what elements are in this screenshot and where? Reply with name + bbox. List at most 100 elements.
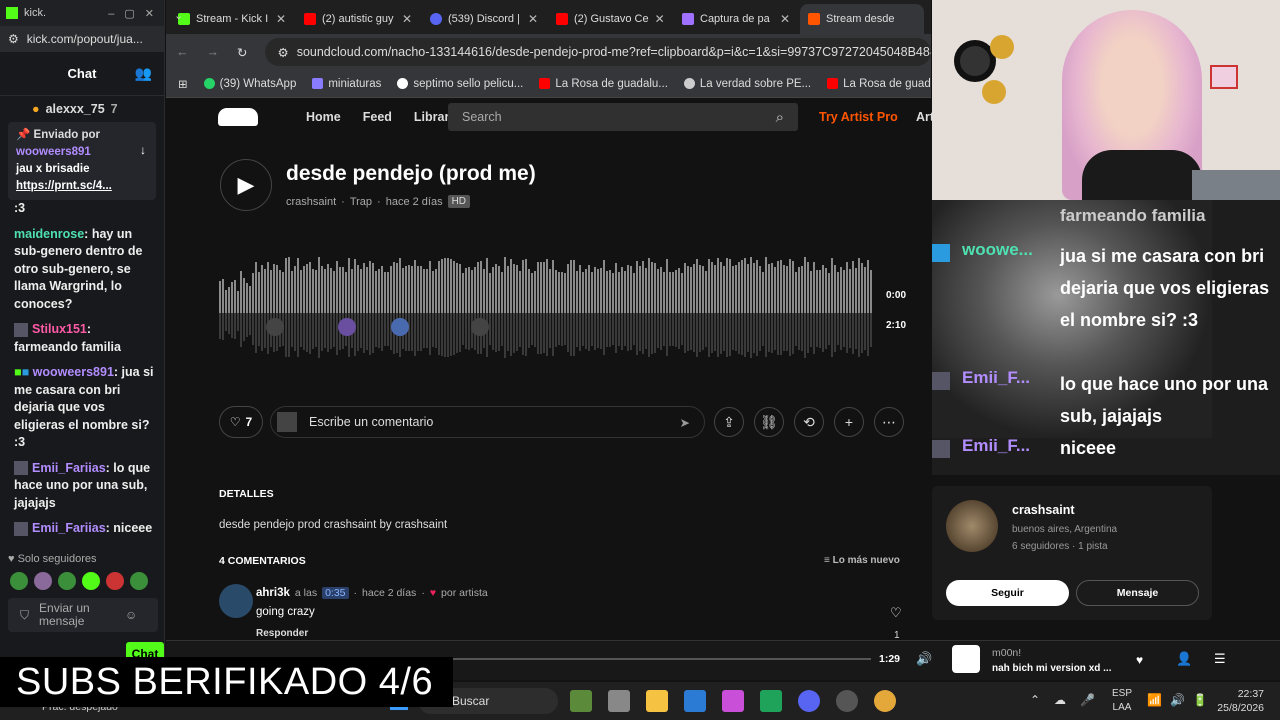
artist-name[interactable]: crashsaint	[1012, 503, 1075, 517]
comment-avatar-marker[interactable]	[391, 318, 409, 336]
try-artist-pro-link[interactable]: Try Artist Pro	[819, 110, 898, 124]
reply-button[interactable]: Responder	[256, 628, 308, 639]
share-button[interactable]: ⇪	[714, 407, 744, 437]
window-controls[interactable]: –▢✕	[108, 7, 164, 20]
nav-home[interactable]: Home	[306, 110, 341, 124]
copy-link-button[interactable]: ⛓	[754, 407, 784, 437]
address-bar[interactable]: ⚙ soundcloud.com/nacho-133144616/desde-pe…	[265, 38, 931, 66]
tab-youtube[interactable]: (2) autistic guy ✕	[296, 4, 420, 34]
repost-button[interactable]: ⟲	[794, 407, 824, 437]
comment-avatar-marker[interactable]	[471, 318, 489, 336]
more-button[interactable]: ⋯	[874, 407, 904, 437]
emote-icon[interactable]	[130, 572, 148, 590]
tab-search-icon[interactable]: ⌄	[174, 9, 183, 22]
apps-icon[interactable]: ⊞	[178, 77, 188, 91]
comment-avatar-marker[interactable]	[338, 318, 356, 336]
obs-icon[interactable]	[836, 690, 858, 712]
chat-username[interactable]: wooweers891	[33, 365, 114, 379]
comment-avatar[interactable]	[219, 584, 253, 618]
waveform[interactable]	[219, 255, 874, 363]
comment-user[interactable]: ahri3k	[256, 587, 290, 599]
track-artist[interactable]: crashsaint	[286, 196, 336, 208]
site-settings-icon[interactable]: ⚙	[8, 32, 19, 46]
now-playing-user[interactable]: m00n!	[992, 647, 1021, 659]
close-icon[interactable]: ✕	[655, 12, 665, 26]
close-icon[interactable]: ✕	[780, 12, 790, 26]
nav-feed[interactable]: Feed	[363, 110, 392, 124]
follow-user-icon[interactable]: 👤	[1176, 651, 1192, 667]
users-icon[interactable]: 👥	[135, 65, 152, 82]
queue-icon[interactable]: ☰	[1214, 651, 1226, 667]
chat-username[interactable]: Emii_Fariias	[32, 521, 106, 535]
close-icon[interactable]: ✕	[402, 12, 412, 26]
emote-icon[interactable]	[106, 572, 124, 590]
play-button[interactable]: ▶	[220, 159, 272, 211]
track-genre[interactable]: Trap	[350, 196, 372, 208]
tab-kick[interactable]: Stream - Kick I ✕	[170, 4, 294, 34]
comment-like-icon[interactable]: ♡	[890, 605, 902, 621]
comment-avatar-marker[interactable]	[266, 318, 284, 336]
volume-icon[interactable]: 🔊	[916, 651, 932, 667]
clock[interactable]: 22:37 25/8/2026	[1212, 687, 1264, 715]
emote-icon[interactable]	[58, 572, 76, 590]
task-view-icon[interactable]	[608, 690, 630, 712]
input-language[interactable]: ESP LAA	[1112, 687, 1132, 715]
like-button[interactable]: ♡ 7	[219, 406, 263, 438]
reload-icon[interactable]: ↻	[237, 45, 247, 60]
expand-arrow-icon[interactable]: ↓	[140, 142, 146, 159]
message-button[interactable]: Mensaje	[1076, 580, 1199, 606]
sort-comments[interactable]: ≡ Lo más nuevo	[824, 555, 900, 566]
comment-timestamp[interactable]: 0:35	[322, 587, 349, 599]
tab-discord[interactable]: (539) Discord | ✕	[422, 4, 546, 34]
copilot-icon[interactable]	[722, 690, 744, 712]
now-playing-track[interactable]: nah bich mi version xd ...	[992, 663, 1111, 674]
send-icon[interactable]: ➤	[680, 415, 690, 430]
tab-capture[interactable]: Captura de pa ✕	[674, 4, 798, 34]
network-volume-battery[interactable]: 📶🔊🔋	[1147, 693, 1216, 707]
overlay-message: niceee	[1060, 438, 1117, 458]
like-icon[interactable]: ♥	[1136, 653, 1143, 667]
top-gifter[interactable]: ● alexxx_75 7	[0, 96, 164, 120]
bookmark-item[interactable]: La Rosa de guadalu...	[827, 78, 931, 90]
bookmark-item[interactable]: La verdad sobre PE...	[683, 78, 811, 90]
close-icon[interactable]: ✕	[276, 12, 286, 26]
bookmark-item[interactable]: miniaturas	[312, 78, 381, 90]
pinned-message[interactable]: 📌 Enviado por wooweers891 jau x brisadie…	[8, 122, 156, 200]
chrome-icon[interactable]	[874, 690, 896, 712]
bookmark-item[interactable]: (39) WhatsApp	[203, 78, 296, 90]
emote-icon[interactable]	[10, 572, 28, 590]
site-settings-icon[interactable]: ⚙	[277, 45, 288, 60]
tab-soundcloud[interactable]: Stream desde	[800, 4, 924, 34]
search-icon[interactable]: ⌕	[776, 109, 784, 126]
now-playing-art[interactable]	[952, 645, 980, 673]
waveform-reflection	[417, 313, 419, 351]
excel-icon[interactable]	[760, 690, 782, 712]
soundcloud-logo-icon[interactable]	[218, 108, 258, 126]
app-icon[interactable]	[684, 690, 706, 712]
discord-icon[interactable]	[798, 690, 820, 712]
bookmark-item[interactable]: septimo sello pelicu...	[397, 78, 523, 90]
kick-url-bar[interactable]: ⚙ kick.com/popout/jua...	[0, 26, 164, 52]
emote-icon[interactable]	[82, 572, 100, 590]
follow-button[interactable]: Seguir	[946, 580, 1069, 606]
add-to-playlist-button[interactable]: +	[834, 407, 864, 437]
back-icon[interactable]: ←	[176, 45, 189, 59]
emote-icon[interactable]	[34, 572, 52, 590]
chat-username[interactable]: Emii_Fariias	[32, 461, 106, 475]
comment-input[interactable]: Escribe un comentario ➤	[270, 406, 705, 438]
tray-icons[interactable]: ⌃☁🎤	[1030, 693, 1109, 707]
pinned-link[interactable]: https://prnt.sc/4...	[16, 178, 148, 195]
chat-username[interactable]: Stilux151	[32, 322, 87, 336]
artist-avatar[interactable]	[946, 500, 998, 552]
app-icon[interactable]	[570, 690, 592, 712]
forward-icon[interactable]: →	[207, 45, 220, 59]
tab-youtube-2[interactable]: (2) Gustavo Ce ✕	[548, 4, 672, 34]
search-input[interactable]: Search ⌕	[448, 103, 798, 131]
bookmark-item[interactable]: La Rosa de guadalu...	[539, 78, 668, 90]
pinned-user[interactable]: wooweers891	[16, 144, 148, 161]
close-icon[interactable]: ✕	[528, 12, 538, 26]
chat-input[interactable]: ⛉ Enviar un mensaje ☺	[8, 598, 158, 632]
emoji-icon[interactable]: ☺	[125, 608, 137, 622]
chat-username[interactable]: maidenrose	[14, 227, 84, 241]
file-explorer-icon[interactable]	[646, 690, 668, 712]
